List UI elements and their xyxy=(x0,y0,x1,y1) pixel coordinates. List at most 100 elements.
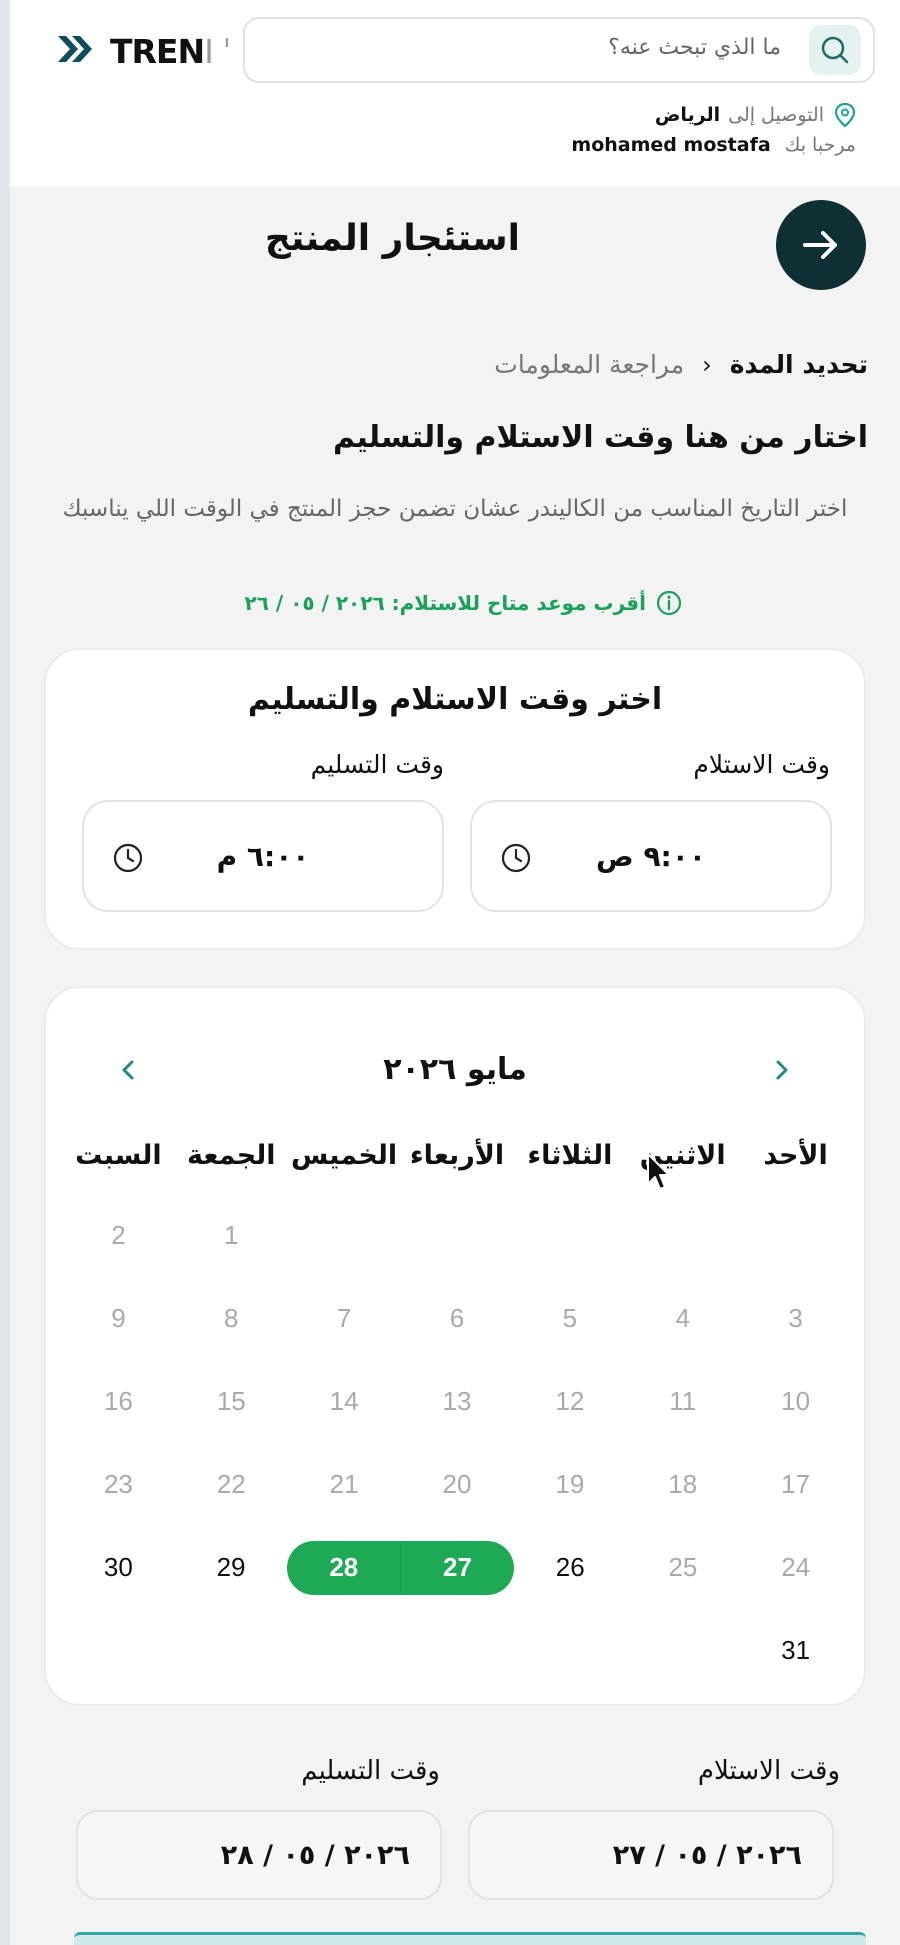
weekday-header: الأحد الاثنين الثلاثاء الأربعاء الخميس ا… xyxy=(62,1140,852,1171)
calendar-day[interactable]: 29 xyxy=(175,1541,288,1595)
calendar-day: 9 xyxy=(111,1303,126,1333)
back-button[interactable] xyxy=(776,200,866,290)
user-name: mohamed mostafa xyxy=(571,134,771,156)
logo-chevrons-icon xyxy=(56,32,96,70)
pickup-date-field[interactable]: ٢٠٢٦ / ٠٥ / ٢٧ xyxy=(468,1810,834,1900)
page-title: استئجار المنتج xyxy=(264,218,520,259)
next-month-button[interactable] xyxy=(762,1050,802,1090)
calendar-day: 11 xyxy=(669,1386,697,1416)
calendar-card: مايو ٢٠٢٦ الأحد الاثنين الثلاثاء الأربعا… xyxy=(44,986,866,1706)
greeting: مرحبا بك mohamed mostafa xyxy=(571,134,856,156)
calendar-day: 5 xyxy=(562,1303,578,1333)
breadcrumb-step-review[interactable]: مراجعة المعلومات xyxy=(494,350,684,379)
section-description: اختر التاريخ المناسب من الكاليندر عشان ت… xyxy=(62,496,848,522)
calendar-week-row: 31 xyxy=(62,1609,852,1692)
calendar-empty-cell xyxy=(175,1624,288,1678)
earliest-available-notice: أقرب موعد متاح للاستلام: ٢٠٢٦ / ٠٥ / ٢٦ xyxy=(245,590,682,616)
logo-wordmark: TRENI ˈ xyxy=(110,31,231,71)
calendar-week-row: 12 xyxy=(62,1194,852,1277)
calendar-day: 14 xyxy=(329,1386,359,1416)
pickup-time-label: وقت الاستلام xyxy=(693,750,830,779)
calendar-day[interactable]: 26 xyxy=(514,1541,627,1595)
time-selection-card: اختر وقت الاستلام والتسليم وقت الاستلام … xyxy=(44,648,866,950)
calendar-empty-cell xyxy=(62,1624,175,1678)
calendar-week-row: 24 25 26 27 28 29 30 xyxy=(62,1526,852,1609)
chevron-left-icon: ‹ xyxy=(702,350,712,379)
chevron-right-icon xyxy=(776,1060,788,1080)
mouse-cursor-icon xyxy=(647,1153,670,1190)
calendar-day-selected-start[interactable]: 27 xyxy=(400,1540,514,1595)
calendar-day: 23 xyxy=(103,1469,133,1499)
search-input[interactable]: ما الذي تبحث عنه؟ xyxy=(608,35,781,60)
continue-button-edge[interactable] xyxy=(74,1932,866,1945)
search-bar[interactable]: ما الذي تبحث عنه؟ xyxy=(243,17,875,83)
brand-logo[interactable]: TRENI ˈ xyxy=(56,30,231,72)
window-edge xyxy=(0,0,10,1945)
weekday-saturday: السبت xyxy=(75,1140,162,1171)
calendar-day[interactable]: 31 xyxy=(739,1624,852,1678)
clock-icon xyxy=(113,843,143,873)
weekday-sunday: الأحد xyxy=(763,1140,828,1171)
earliest-available-text: أقرب موعد متاح للاستلام: ٢٠٢٦ / ٠٥ / ٢٦ xyxy=(244,591,646,615)
calendar-week-row: 3 4 5 6 7 8 9 xyxy=(62,1277,852,1360)
calendar-day: 12 xyxy=(555,1386,585,1416)
calendar-day: 8 xyxy=(224,1303,239,1333)
return-time-field[interactable]: ٦:٠٠ م xyxy=(82,800,444,912)
weekday-monday: الاثنين xyxy=(639,1140,726,1171)
return-date-value: ٢٠٢٦ / ٠٥ / ٢٨ xyxy=(220,1840,410,1871)
calendar-day: 7 xyxy=(336,1303,352,1333)
delivery-prefix: التوصيل إلى xyxy=(728,104,824,126)
top-header: TRENI ˈ ما الذي تبحث عنه؟ التوصيل إلى ال… xyxy=(10,0,900,186)
delivery-city: الرياض xyxy=(654,104,721,126)
calendar-day: 18 xyxy=(668,1469,698,1499)
calendar-day: 3 xyxy=(788,1303,803,1333)
calendar-day: 2 xyxy=(111,1220,126,1250)
time-card-title: اختر وقت الاستلام والتسليم xyxy=(247,682,663,717)
calendar-day: 17 xyxy=(781,1469,811,1499)
calendar-day: 6 xyxy=(449,1303,465,1333)
calendar-empty-cell xyxy=(401,1209,514,1263)
calendar-days-grid: 1 2 3 4 5 6 7 8 9 10 11 12 13 14 15 16 17 18 19 20 21 22 23 24 2… xyxy=(62,1194,852,1692)
calendar-day[interactable]: 30 xyxy=(62,1541,175,1595)
calendar-empty-cell xyxy=(288,1209,401,1263)
search-button[interactable] xyxy=(809,25,861,75)
search-icon xyxy=(821,36,849,64)
calendar-day: 10 xyxy=(781,1386,811,1416)
calendar-day: 1 xyxy=(224,1220,239,1250)
calendar-day: 13 xyxy=(442,1386,472,1416)
delivery-location[interactable]: التوصيل إلى الرياض xyxy=(655,102,856,128)
location-pin-icon xyxy=(834,102,856,128)
weekday-wednesday: الأربعاء xyxy=(409,1140,505,1171)
calendar-day: 21 xyxy=(329,1469,359,1499)
breadcrumb-step-duration[interactable]: تحديد المدة xyxy=(730,350,868,379)
calendar-empty-cell xyxy=(626,1624,739,1678)
weekday-tuesday: الثلاثاء xyxy=(527,1140,613,1171)
arrow-right-icon xyxy=(803,231,837,259)
calendar-day: 15 xyxy=(216,1386,246,1416)
section-heading: اختار من هنا وقت الاستلام والتسليم xyxy=(333,420,868,455)
weekday-friday: الجمعة xyxy=(186,1140,276,1171)
calendar-day: 19 xyxy=(555,1469,585,1499)
calendar-day: 4 xyxy=(675,1303,690,1333)
greeting-prefix: مرحبا بك xyxy=(784,134,856,156)
pickup-time-field[interactable]: ٩:٠٠ ص xyxy=(470,800,832,912)
pickup-date-value: ٢٠٢٦ / ٠٥ / ٢٧ xyxy=(612,1840,802,1871)
calendar-day: 16 xyxy=(103,1386,133,1416)
return-time-label: وقت التسليم xyxy=(310,750,444,779)
info-icon xyxy=(656,590,682,616)
calendar-week-row: 10 11 12 13 14 15 16 xyxy=(62,1360,852,1443)
calendar-week-row: 17 18 19 20 21 22 23 xyxy=(62,1443,852,1526)
weekday-thursday: الخميس xyxy=(291,1140,398,1171)
calendar-day: 22 xyxy=(216,1469,246,1499)
return-date-label: وقت التسليم xyxy=(301,1756,440,1786)
calendar-empty-cell xyxy=(513,1624,626,1678)
calendar-empty-cell xyxy=(513,1209,626,1263)
calendar-empty-cell xyxy=(401,1624,514,1678)
calendar-day-selected-end[interactable]: 28 xyxy=(287,1540,401,1595)
calendar-day: 20 xyxy=(442,1469,472,1499)
calendar-month-title: مايو ٢٠٢٦ xyxy=(383,1052,527,1087)
calendar-day: 25 xyxy=(668,1552,698,1582)
return-date-field[interactable]: ٢٠٢٦ / ٠٥ / ٢٨ xyxy=(76,1810,442,1900)
calendar-empty-cell xyxy=(626,1209,739,1263)
clock-icon xyxy=(501,843,531,873)
